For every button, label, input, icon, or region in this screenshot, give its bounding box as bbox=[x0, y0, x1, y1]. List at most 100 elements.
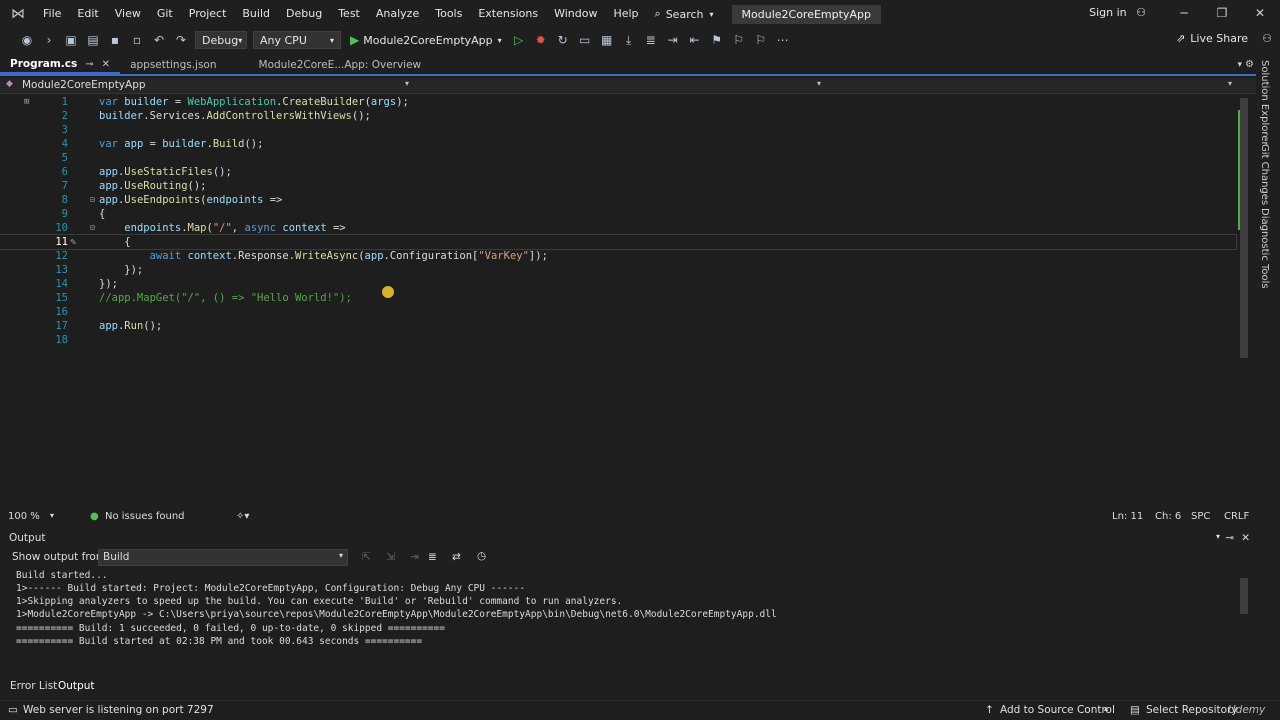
layout-icon[interactable]: ▦ bbox=[598, 32, 616, 48]
code-line[interactable]: 3 bbox=[0, 123, 1236, 137]
code-line[interactable]: 1 var builder = WebApplication.CreateBuil… bbox=[0, 95, 1236, 109]
code-line[interactable]: 16 bbox=[0, 305, 1236, 319]
project-dropdown[interactable]: Module2CoreEmptyApp bbox=[22, 79, 146, 91]
clear-all-icon[interactable]: ≣ bbox=[428, 551, 437, 563]
search-button[interactable]: ⌕ Search ▾ bbox=[647, 7, 722, 21]
tab-overview[interactable]: Module2CoreE...App: Overview bbox=[249, 56, 432, 74]
menu-test[interactable]: Test bbox=[330, 0, 368, 28]
issues-status[interactable]: No issues found bbox=[105, 511, 185, 522]
tab-output[interactable]: Output bbox=[58, 680, 94, 692]
live-share-button[interactable]: ⇗ Live Share bbox=[1176, 32, 1248, 45]
column-indicator[interactable]: Ch: 6 bbox=[1155, 511, 1181, 522]
diagnostic-tools-tab[interactable]: Diagnostic Tools bbox=[1259, 208, 1270, 289]
output-source-select[interactable]: Build ▾ bbox=[98, 549, 348, 566]
code-line[interactable]: 10 endpoints.Map("/", async context => bbox=[0, 221, 1236, 235]
tab-error-list[interactable]: Error List bbox=[10, 680, 57, 692]
output-scrollbar[interactable] bbox=[1240, 578, 1248, 614]
goto-icon[interactable]: ⇥ bbox=[410, 551, 419, 563]
chevron-down-icon[interactable]: ▾ bbox=[1228, 79, 1232, 88]
format-icon[interactable]: ≣ bbox=[642, 32, 660, 48]
bookmark-prev-icon[interactable]: ⚐ bbox=[752, 32, 770, 48]
outdent-icon[interactable]: ⇤ bbox=[686, 32, 704, 48]
back-icon[interactable]: ◉ bbox=[18, 32, 36, 48]
code-line-current[interactable]: 11 {✎ bbox=[0, 234, 1237, 250]
chevron-up-icon[interactable]: ▴ bbox=[1104, 704, 1108, 713]
chevron-down-icon[interactable]: ▾ bbox=[817, 79, 821, 88]
browser-link-icon[interactable]: ▭ bbox=[576, 32, 594, 48]
pin-icon[interactable]: ⊸ bbox=[1225, 532, 1234, 544]
menu-help[interactable]: Help bbox=[605, 0, 646, 28]
code-line[interactable]: 4 var app = builder.Build(); bbox=[0, 137, 1236, 151]
save-all-icon[interactable]: ▫ bbox=[128, 32, 146, 48]
line-indicator[interactable]: Ln: 11 bbox=[1112, 511, 1143, 522]
refresh-icon[interactable]: ↻ bbox=[554, 32, 572, 48]
menu-project[interactable]: Project bbox=[181, 0, 235, 28]
close-tab-icon[interactable]: ✕ bbox=[102, 59, 110, 70]
output-text[interactable]: Build started... 1>------ Build started:… bbox=[0, 569, 1246, 663]
code-line[interactable]: 13 }); bbox=[0, 263, 1236, 277]
code-line[interactable]: 7 app.UseRouting(); bbox=[0, 179, 1236, 193]
menu-view[interactable]: View bbox=[107, 0, 149, 28]
code-line[interactable]: 17 app.Run(); bbox=[0, 319, 1236, 333]
solution-explorer-tab[interactable]: Solution Explorer bbox=[1259, 60, 1270, 146]
save-icon[interactable]: ▪ bbox=[106, 32, 124, 48]
code-line[interactable]: 14}); bbox=[0, 277, 1236, 291]
close-icon[interactable]: ✕ bbox=[1250, 6, 1270, 20]
code-line[interactable]: 5 bbox=[0, 151, 1236, 165]
maximize-icon[interactable]: ❐ bbox=[1212, 6, 1232, 20]
menu-analyze[interactable]: Analyze bbox=[368, 0, 427, 28]
minimize-icon[interactable]: ─ bbox=[1174, 6, 1194, 20]
add-to-source-control-button[interactable]: Add to Source Control bbox=[1000, 704, 1115, 716]
overflow-icon[interactable]: ⋯ bbox=[774, 32, 792, 48]
menu-git[interactable]: Git bbox=[149, 0, 181, 28]
start-without-debugging-icon[interactable]: ▷ bbox=[510, 32, 528, 48]
code-line[interactable]: 18 bbox=[0, 333, 1236, 347]
chevron-down-icon[interactable]: ▾ bbox=[1216, 532, 1220, 541]
menu-edit[interactable]: Edit bbox=[69, 0, 106, 28]
tab-program-cs[interactable]: Program.cs ⊸ ✕ bbox=[0, 56, 121, 74]
pin-icon[interactable]: ⊸ bbox=[85, 59, 93, 70]
code-line[interactable]: 8 app.UseEndpoints(endpoints => bbox=[0, 193, 1236, 207]
clock-icon[interactable]: ◷ bbox=[477, 550, 486, 562]
code-cleanup-icon[interactable]: ✧▾ bbox=[236, 511, 249, 522]
forward-icon[interactable]: › bbox=[40, 32, 58, 48]
bookmark-next-icon[interactable]: ⚐ bbox=[730, 32, 748, 48]
code-line[interactable]: 2 builder.Services.AddControllersWithView… bbox=[0, 109, 1236, 123]
run-button[interactable]: ▶ Module2CoreEmptyApp ▾ bbox=[350, 33, 502, 47]
find-prev-icon[interactable]: ⇱ bbox=[362, 551, 371, 563]
menu-window[interactable]: Window bbox=[546, 0, 605, 28]
tab-list-dropdown-icon[interactable]: ▾ bbox=[1237, 60, 1242, 70]
editor-scrollbar[interactable] bbox=[1240, 98, 1248, 358]
zoom-level[interactable]: 100 % bbox=[8, 511, 40, 522]
git-changes-tab[interactable]: Git Changes bbox=[1259, 144, 1270, 205]
chevron-down-icon[interactable]: ▾ bbox=[50, 511, 54, 520]
menu-extensions[interactable]: Extensions bbox=[470, 0, 546, 28]
code-line[interactable]: 12 await context.Response.WriteAsync(app… bbox=[0, 249, 1236, 263]
code-editor[interactable]: 1 var builder = WebApplication.CreateBuil… bbox=[0, 95, 1246, 509]
new-project-icon[interactable]: ▣ bbox=[62, 32, 80, 48]
platform-select[interactable]: Any CPU ▾ bbox=[253, 31, 341, 49]
open-file-icon[interactable]: ▤ bbox=[84, 32, 102, 48]
close-icon[interactable]: ✕ bbox=[1241, 532, 1250, 544]
hot-reload-icon[interactable]: ✹ bbox=[532, 32, 550, 48]
collapse-icon[interactable]: ⊟ bbox=[90, 223, 95, 232]
sign-in-link[interactable]: Sign in ⚇ bbox=[1089, 6, 1146, 19]
bookmark-icon[interactable]: ⚑ bbox=[708, 32, 726, 48]
settings-icon[interactable]: ⚙ bbox=[1245, 59, 1254, 70]
configuration-select[interactable]: Debug ▾ bbox=[195, 31, 247, 49]
indent-icon[interactable]: ⇥ bbox=[664, 32, 682, 48]
code-line[interactable]: 15 //app.MapGet("/", () => "Hello World!"… bbox=[0, 291, 1236, 305]
code-line[interactable]: 9{ bbox=[0, 207, 1236, 221]
menu-debug[interactable]: Debug bbox=[278, 0, 330, 28]
menu-build[interactable]: Build bbox=[234, 0, 278, 28]
find-next-icon[interactable]: ⇲ bbox=[386, 551, 395, 563]
word-wrap-icon[interactable]: ⇄ bbox=[452, 551, 461, 563]
feedback-icon[interactable]: ⚇ bbox=[1262, 32, 1272, 45]
menu-tools[interactable]: Tools bbox=[427, 0, 470, 28]
line-endings-indicator[interactable]: CRLF bbox=[1224, 511, 1249, 522]
menu-file[interactable]: File bbox=[35, 0, 69, 28]
tab-appsettings-json[interactable]: appsettings.json bbox=[120, 56, 226, 74]
quick-actions-icon[interactable]: ✎ bbox=[70, 235, 76, 249]
collapse-icon[interactable]: ⊟ bbox=[90, 195, 95, 204]
undo-icon[interactable]: ↶ bbox=[150, 32, 168, 48]
